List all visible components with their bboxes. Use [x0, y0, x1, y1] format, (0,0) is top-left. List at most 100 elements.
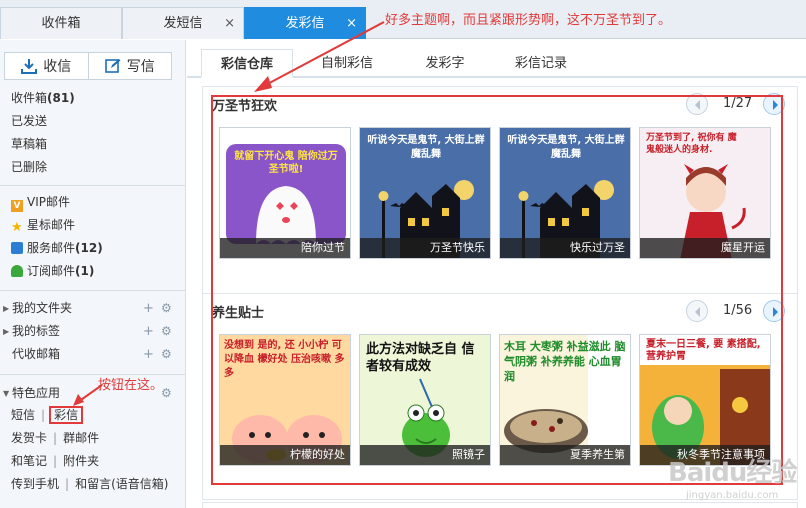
folder-label: 已删除 — [11, 160, 48, 174]
page-indicator: 1/56 — [723, 303, 753, 318]
arrow-right-icon — [773, 307, 778, 317]
compose-label: 写信 — [126, 59, 155, 75]
expand-triangle-icon[interactable]: ▶ — [3, 297, 9, 320]
expand-triangle-icon[interactable]: ▶ — [3, 320, 9, 343]
card-caption: 快乐过万圣 — [500, 238, 630, 258]
mms-card[interactable]: 木耳 大枣粥 补益滋此 脑气阴粥 补养养能 心血胃润 夏季养生第 — [499, 334, 631, 466]
tab-label: 收件箱 — [41, 16, 81, 31]
annotation-arrow-icon — [73, 384, 103, 406]
special-mail-list: V VIP邮件 ★ 星标邮件 服务邮件(12) 订阅邮件(1) — [11, 191, 103, 283]
app-group-mail-link[interactable]: 群邮件 — [63, 431, 99, 445]
collect-mailbox-row[interactable]: 代收邮箱 + ⚙ — [0, 343, 186, 366]
page-indicator: 1/27 — [723, 96, 753, 111]
section-label: 我的文件夹 — [12, 301, 73, 315]
card-art-text: 夏末一日三餐, 要 素搭配,营养护胃 — [646, 339, 761, 362]
folder-subscribe[interactable]: 订阅邮件(1) — [11, 260, 103, 283]
app-mms-link[interactable]: 彩信 — [49, 406, 84, 424]
edit-icon — [104, 59, 121, 73]
annotation-text: 好多主题啊，而且紧跟形势啊，这不万圣节到了。 — [385, 13, 672, 28]
arrow-left-icon — [695, 100, 700, 110]
separator: | — [53, 454, 58, 468]
folder-label: 已发送 — [11, 114, 48, 128]
tab-send-sms[interactable]: 发短信 × — [122, 7, 244, 39]
card-caption: 万圣节快乐 — [360, 238, 490, 258]
arrow-left-icon — [695, 307, 700, 317]
main-panel: 彩信仓库 自制彩信 发彩字 彩信记录 万圣节狂欢 1/27 就留下开心鬼 陪你过… — [187, 40, 806, 508]
folder-starred[interactable]: ★ 星标邮件 — [11, 214, 103, 237]
unread-count: (12) — [75, 241, 103, 255]
annotation-arrow-icon — [254, 21, 385, 92]
folder-label: 星标邮件 — [27, 218, 76, 232]
gear-icon[interactable]: ⚙ — [161, 343, 172, 366]
section-label: 代收邮箱 — [12, 347, 61, 361]
folder-deleted[interactable]: 已删除 — [11, 156, 75, 179]
my-folders-row[interactable]: ▶ 我的文件夹 + ⚙ — [0, 297, 186, 320]
sidebar: 收信 写信 收件箱(81) 已发送 草稿箱 已删除 V VIP邮件 ★ 星标邮件 服… — [0, 40, 186, 508]
app-voicemail-link[interactable]: 和留言(语音信箱) — [75, 477, 168, 491]
card-art-text: 万圣节到了, 祝你有 魔鬼般迷人的身材. — [646, 133, 737, 155]
add-icon[interactable]: + — [143, 297, 154, 320]
next-page-button[interactable] — [763, 93, 785, 115]
card-caption: 魔星开运 — [640, 238, 770, 258]
app-row: 传到手机 | 和留言(语音信箱) — [11, 473, 168, 496]
folder-label: 订阅邮件 — [27, 264, 76, 278]
mms-card[interactable]: 没想到 是的, 还 小小柠 可以降血 檬好处 压治咳嗽 多多 柠檬的好处 — [219, 334, 351, 466]
theme-section: 万圣节狂欢 1/27 就留下开心鬼 陪你过万圣节啦! 陪你过节 听说今天是鬼节,… — [202, 86, 798, 294]
folder-label: 草稿箱 — [11, 137, 48, 151]
folder-vip[interactable]: V VIP邮件 — [11, 191, 103, 214]
card-caption: 柠檬的好处 — [220, 445, 350, 465]
mms-card[interactable]: 就留下开心鬼 陪你过万圣节啦! 陪你过节 — [219, 127, 351, 259]
prev-page-button[interactable] — [686, 300, 708, 322]
folder-drafts[interactable]: 草稿箱 — [11, 133, 75, 156]
close-icon[interactable]: × — [224, 8, 235, 40]
download-icon — [21, 59, 38, 74]
folder-service[interactable]: 服务邮件(12) — [11, 237, 103, 260]
mms-card[interactable]: 万圣节到了, 祝你有 魔鬼般迷人的身材. 魔星开运 — [639, 127, 771, 259]
receive-button[interactable]: 收信 — [4, 52, 89, 80]
tab-send-mms-text[interactable]: 发彩字 — [403, 49, 487, 78]
unread-count: (1) — [75, 264, 95, 278]
mms-card[interactable]: 听说今天是鬼节, 大街上群魔乱舞 万圣节快乐 — [359, 127, 491, 259]
card-art-text: 就留下开心鬼 陪你过万圣节啦! — [234, 151, 338, 175]
next-page-button[interactable] — [763, 300, 785, 322]
add-icon[interactable]: + — [143, 320, 154, 343]
separator: | — [65, 477, 70, 491]
app-row: 和笔记 | 附件夹 — [11, 450, 99, 473]
app-to-phone-link[interactable]: 传到手机 — [11, 477, 59, 491]
separator: | — [41, 408, 46, 422]
star-icon: ★ — [11, 220, 23, 235]
watermark-logo: Baidu经验 — [668, 458, 797, 488]
gear-icon[interactable]: ⚙ — [161, 297, 172, 320]
unread-count: (81) — [47, 91, 75, 105]
tab-inbox[interactable]: 收件箱 — [0, 7, 122, 39]
my-tags-row[interactable]: ▶ 我的标签 + ⚙ — [0, 320, 186, 343]
card-caption: 照镜子 — [360, 445, 490, 465]
divider — [0, 185, 186, 186]
prev-page-button[interactable] — [686, 93, 708, 115]
mms-card[interactable]: 此方法对缺乏自 信者较有成效 照镜子 — [359, 334, 491, 466]
watermark-url: jingyan.baidu.com — [686, 490, 779, 501]
theme-section — [202, 502, 798, 508]
folder-inbox[interactable]: 收件箱(81) — [11, 87, 75, 110]
collapse-triangle-icon[interactable]: ▼ — [3, 382, 9, 405]
card-caption: 夏季养生第 — [500, 445, 630, 465]
mms-card[interactable]: 听说今天是鬼节, 大街上群魔乱舞 快乐过万圣 — [499, 127, 631, 259]
add-icon[interactable]: + — [143, 343, 154, 366]
card-art-text: 没想到 是的, 还 小小柠 可以降血 檬好处 压治咳嗽 多多 — [224, 340, 345, 379]
section-label: 我的标签 — [12, 324, 61, 338]
compose-button[interactable]: 写信 — [88, 52, 172, 80]
divider — [0, 290, 186, 291]
tab-label: 发短信 — [163, 16, 203, 31]
section-title: 养生贴士 — [212, 306, 265, 321]
mms-card[interactable]: 夏末一日三餐, 要 素搭配,营养护胃 秋冬季节注意事项 — [639, 334, 771, 466]
gear-icon[interactable]: ⚙ — [161, 320, 172, 343]
annotation-text: 按钮在这。 — [98, 378, 164, 393]
app-ecard-link[interactable]: 发贺卡 — [11, 431, 47, 445]
folder-sent[interactable]: 已发送 — [11, 110, 75, 133]
app-attachments-link[interactable]: 附件夹 — [63, 454, 99, 468]
app-sms-link[interactable]: 短信 — [11, 408, 35, 422]
app-row: 发贺卡 | 群邮件 — [11, 427, 99, 450]
card-art-text: 听说今天是鬼节, 大街上群魔乱舞 — [367, 135, 485, 160]
app-notes-link[interactable]: 和笔记 — [11, 454, 47, 468]
tab-mms-history[interactable]: 彩信记录 — [499, 49, 583, 78]
